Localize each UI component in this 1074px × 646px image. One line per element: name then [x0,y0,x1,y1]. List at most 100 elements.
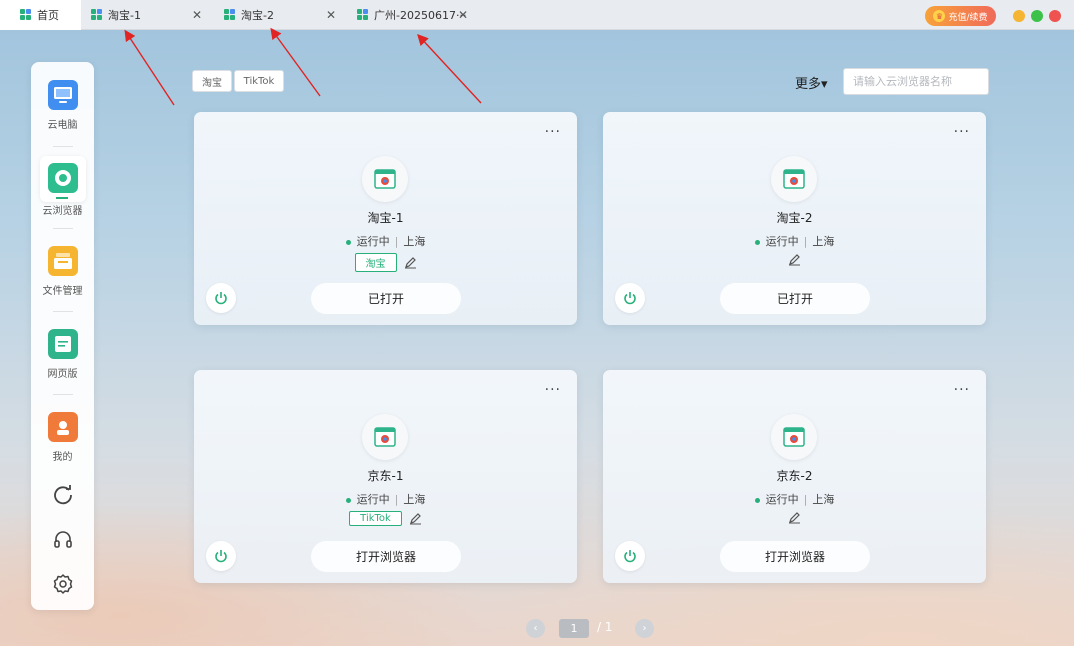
power-icon [215,550,227,563]
region-text: 上海 [403,493,426,506]
arrow-annotation [417,33,482,104]
sidebar-item-mine[interactable]: 我的 [31,412,94,463]
status-text: 运行中 [765,493,799,506]
user-icon [47,412,78,442]
status-dot [754,497,760,503]
more-options-icon[interactable]: ··· [954,124,970,140]
settings-button[interactable] [31,573,94,595]
tag-row [603,511,986,524]
crown-icon: ♛ [933,10,946,22]
more-options-icon[interactable]: ··· [545,124,561,140]
tag-badge: 淘宝 [354,253,397,272]
prev-page-button[interactable]: ‹ [526,619,545,638]
recharge-label: 充值/续费 [948,12,988,23]
browser-icon [771,156,817,202]
tag-badge: TikTok [349,511,402,526]
browser-icon [362,414,408,460]
filter-tiktok[interactable]: TikTok [234,70,284,92]
status-dot [345,239,351,245]
gear-icon [53,574,72,594]
tab-taobao-2[interactable]: 淘宝-2 ✕ [214,0,347,30]
sidebar-item-label: 网页版 [47,369,78,380]
status-text: 运行中 [356,493,390,506]
more-options-icon[interactable]: ··· [954,382,970,398]
open-browser-button[interactable]: 打开浏览器 [720,541,870,572]
refresh-button[interactable] [31,484,94,506]
tab-home[interactable]: 首页 [0,0,81,30]
close-icon[interactable]: ✕ [326,8,336,22]
arrow-annotation [124,29,175,106]
tab-label: 淘宝-1 [108,9,141,22]
open-browser-button[interactable]: 已打开 [720,283,870,314]
power-icon [215,292,227,305]
sidebar-item-cloud-pc[interactable]: 云电脑 [31,80,94,131]
filter-taobao[interactable]: 淘宝 [192,70,232,92]
power-button[interactable] [615,283,645,313]
more-dropdown[interactable]: 更多▾ [795,73,828,92]
edit-icon[interactable] [404,256,417,269]
sidebar-item-cloud-browser[interactable]: 云浏览器 [31,163,94,217]
tab-bar: 首页 淘宝-1 ✕ 淘宝-2 ✕ 广州-20250617··· ✕ ♛ 充值/续… [0,0,1074,30]
divider [53,228,73,229]
browser-icon [771,414,817,460]
page-total: / 1 [597,620,613,634]
power-button[interactable] [206,541,236,571]
more-options-icon[interactable]: ··· [545,382,561,398]
power-button[interactable] [206,283,236,313]
edit-icon[interactable] [788,511,801,524]
status-line: 运行中 | 上海 [603,233,986,249]
app-grid-icon [20,9,32,21]
recharge-button[interactable]: ♛ 充值/续费 [925,6,996,26]
open-browser-button[interactable]: 打开浏览器 [311,541,461,572]
sidebar-item-file-manager[interactable]: 文件管理 [31,246,94,297]
status-text: 运行中 [356,235,390,248]
status-text: 运行中 [765,235,799,248]
tab-taobao-1[interactable]: 淘宝-1 ✕ [81,0,214,30]
browser-card: ··· 京东-2 运行中 | 上海 打开浏览器 [603,370,986,583]
maximize-button[interactable] [1031,10,1043,22]
browser-card: ··· 淘宝-1 运行中 | 上海 淘宝 已打开 [194,112,577,325]
tab-label: 淘宝-2 [241,9,274,22]
minimize-button[interactable] [1013,10,1025,22]
divider [53,394,73,395]
monitor-icon [47,80,78,110]
close-icon[interactable]: ✕ [458,8,468,22]
browser-icon [362,156,408,202]
app-grid-icon [91,9,103,21]
app-grid-icon [357,9,369,21]
edit-icon[interactable] [409,512,422,525]
sidebar-item-web[interactable]: 网页版 [31,329,94,380]
divider [53,146,73,147]
region-text: 上海 [812,493,835,506]
sidebar-item-label: 云电脑 [47,120,78,131]
browser-card: ··· 淘宝-2 运行中 | 上海 已打开 [603,112,986,325]
sidebar-item-label: 云浏览器 [42,206,83,217]
sidebar-item-label: 文件管理 [42,286,83,297]
region-text: 上海 [812,235,835,248]
current-page[interactable]: 1 [559,619,589,638]
headset-icon [53,531,72,548]
tab-guangzhou[interactable]: 广州-20250617··· ✕ [347,0,480,30]
cloud-browser-icon [47,163,78,193]
divider [53,311,73,312]
close-icon[interactable]: ✕ [192,8,202,22]
tab-label: 首页 [37,9,59,22]
status-line: 运行中 | 上海 [603,491,986,507]
tag-row: 淘宝 [194,253,577,272]
edit-icon[interactable] [788,253,801,266]
open-browser-button[interactable]: 已打开 [311,283,461,314]
separator: | [803,235,808,248]
browser-card: ··· 京东-1 运行中 | 上海 TikTok 打开浏览器 [194,370,577,583]
region-text: 上海 [403,235,426,248]
search-input[interactable] [843,68,989,95]
close-window-button[interactable] [1049,10,1061,22]
next-page-button[interactable]: › [635,619,654,638]
status-dot [754,239,760,245]
sidebar-item-label: 我的 [52,452,73,463]
separator: | [803,493,808,506]
power-button[interactable] [615,541,645,571]
browser-name: 淘宝-1 [367,211,404,225]
support-button[interactable] [31,529,94,551]
folder-icon [47,246,78,276]
browser-name: 淘宝-2 [776,211,813,225]
